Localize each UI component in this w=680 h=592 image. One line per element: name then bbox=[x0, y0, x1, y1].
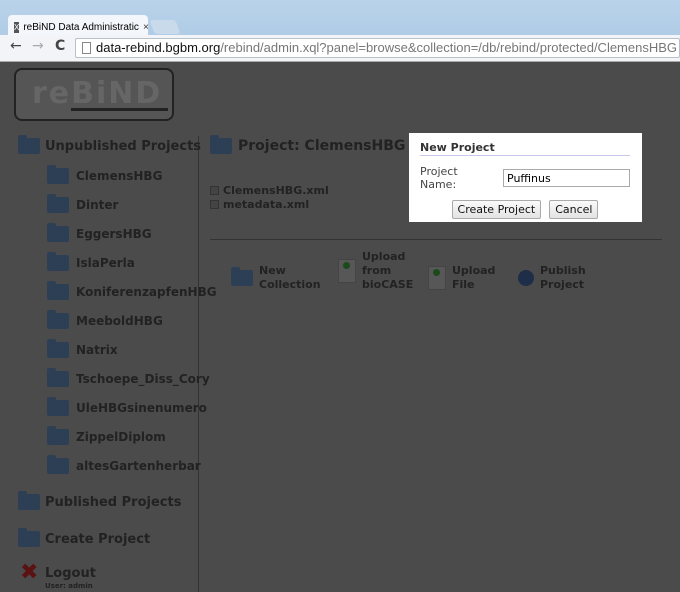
sidebar-project-item[interactable]: Dinter bbox=[47, 194, 119, 213]
project-name: IslaPerla bbox=[76, 256, 135, 270]
tab-title: reBiND Data Administratic bbox=[23, 22, 139, 33]
xml-file-icon bbox=[210, 200, 219, 209]
project-name: Tschoepe_Diss_Cory bbox=[76, 372, 210, 386]
user-label: User: admin bbox=[45, 582, 93, 590]
action-label: from bbox=[362, 264, 392, 277]
sidebar-label: Create Project bbox=[45, 531, 151, 547]
action-label: Upload bbox=[452, 264, 496, 277]
sidebar-project-item[interactable]: Tschoepe_Diss_Cory bbox=[47, 368, 210, 387]
sidebar-published-projects[interactable]: Published Projects bbox=[18, 491, 182, 510]
globe-folder-icon bbox=[18, 491, 40, 510]
sidebar-project-item[interactable]: MeeboldHBG bbox=[47, 310, 163, 329]
project-name: UleHBGsinenumero bbox=[76, 401, 207, 415]
folder-icon bbox=[47, 339, 69, 358]
sidebar-logout[interactable]: ✖ Logout bbox=[20, 560, 96, 585]
home-folder-icon bbox=[210, 135, 232, 154]
rebind-logo[interactable]: reBiND bbox=[14, 68, 174, 121]
new-tab-button[interactable] bbox=[149, 20, 181, 34]
xml-file-icon bbox=[210, 186, 219, 195]
sidebar-unpublished-projects[interactable]: Unpublished Projects bbox=[18, 135, 202, 154]
sidebar-create-project[interactable]: Create Project bbox=[18, 528, 151, 547]
browser-chrome: XreBiND Data Administratic × ← → C data-r… bbox=[0, 0, 680, 62]
sidebar-label: Published Projects bbox=[45, 494, 182, 510]
sidebar-project-item[interactable]: altesGartenherbar bbox=[47, 455, 201, 474]
address-bar[interactable]: data-rebind.bgbm.org/rebind/admin.xql?pa… bbox=[75, 38, 680, 58]
separator bbox=[210, 239, 662, 240]
close-tab-icon[interactable]: × bbox=[143, 22, 148, 33]
project-name: altesGartenherbar bbox=[76, 459, 201, 473]
folder-icon bbox=[47, 368, 69, 387]
file-item[interactable]: ClemensHBG.xml bbox=[210, 184, 329, 197]
project-name: ClemensHBG bbox=[76, 169, 163, 183]
sidebar-project-item[interactable]: ZippelDiplom bbox=[47, 426, 166, 445]
project-name-input[interactable] bbox=[503, 169, 630, 187]
project-name: Dinter bbox=[76, 198, 119, 212]
folder-icon bbox=[47, 194, 69, 213]
upload-icon bbox=[338, 259, 356, 283]
folder-icon bbox=[47, 426, 69, 445]
project-name-label: Project Name: bbox=[420, 165, 458, 191]
project-name: EggersHBG bbox=[76, 227, 152, 241]
folder-icon bbox=[47, 165, 69, 184]
sidebar-project-item[interactable]: EggersHBG bbox=[47, 223, 152, 242]
page-icon bbox=[82, 42, 91, 54]
publish-project-button[interactable]: Publish Project bbox=[518, 264, 586, 292]
browser-tab[interactable]: XreBiND Data Administratic × bbox=[8, 15, 148, 36]
dialog-title: New Project bbox=[420, 141, 630, 156]
sidebar-project-item[interactable]: UleHBGsinenumero bbox=[47, 397, 207, 416]
project-name: ZippelDiplom bbox=[76, 430, 166, 444]
folder-icon bbox=[47, 281, 69, 300]
new-folder-icon bbox=[231, 267, 253, 286]
folder-icon bbox=[47, 310, 69, 329]
favicon-icon: X bbox=[14, 22, 20, 33]
file-item[interactable]: metadata.xml bbox=[210, 198, 309, 211]
file-name: metadata.xml bbox=[223, 198, 310, 211]
url-host: data-rebind.bgbm.org bbox=[96, 40, 221, 55]
new-collection-button[interactable]: New Collection bbox=[231, 264, 321, 292]
action-label: Project bbox=[540, 278, 585, 291]
reload-icon[interactable]: C bbox=[55, 38, 65, 54]
project-name: KoniferenzapfenHBG bbox=[76, 285, 217, 299]
folder-icon bbox=[47, 397, 69, 416]
action-label: Upload bbox=[362, 250, 406, 263]
locked-folder-icon bbox=[18, 135, 40, 154]
create-project-button[interactable]: Create Project bbox=[451, 200, 542, 219]
file-name: ClemensHBG.xml bbox=[223, 184, 329, 197]
sidebar-label: Logout bbox=[45, 565, 96, 581]
action-label: bioCASE bbox=[362, 278, 414, 291]
folder-icon bbox=[47, 223, 69, 242]
sidebar-project-item[interactable]: IslaPerla bbox=[47, 252, 135, 271]
sidebar-project-item[interactable]: ClemensHBG bbox=[47, 165, 163, 184]
project-name: MeeboldHBG bbox=[76, 314, 163, 328]
upload-file-button[interactable]: Upload File bbox=[428, 264, 495, 292]
logout-x-icon: ✖ bbox=[20, 560, 39, 585]
action-label: Publish bbox=[540, 264, 586, 277]
sidebar-project-item[interactable]: KoniferenzapfenHBG bbox=[47, 281, 217, 300]
project-name: Natrix bbox=[76, 343, 118, 357]
project-title: Project: ClemensHBG bbox=[210, 135, 406, 154]
url-path: /rebind/admin.xql?panel=browse&collectio… bbox=[220, 40, 678, 55]
add-folder-icon bbox=[18, 528, 40, 547]
cancel-button[interactable]: Cancel bbox=[549, 200, 599, 219]
browser-toolbar: ← → C data-rebind.bgbm.org/rebind/admin.… bbox=[0, 35, 680, 62]
forward-icon[interactable]: → bbox=[32, 38, 44, 54]
sidebar-label: Unpublished Projects bbox=[45, 138, 202, 154]
upload-file-icon bbox=[428, 266, 446, 290]
project-title-text: Project: ClemensHBG bbox=[238, 138, 406, 154]
upload-biocase-button[interactable]: Upload from bioCASE bbox=[338, 250, 413, 292]
action-label: Collection bbox=[259, 278, 321, 291]
folder-icon bbox=[47, 455, 69, 474]
sidebar-project-item[interactable]: Natrix bbox=[47, 339, 118, 358]
sidebar-divider bbox=[198, 136, 199, 592]
new-project-dialog: New Project Project Name: Create Project… bbox=[409, 133, 642, 222]
folder-icon bbox=[47, 252, 69, 271]
back-icon[interactable]: ← bbox=[10, 38, 22, 54]
globe-icon bbox=[518, 270, 534, 286]
action-label: New bbox=[259, 264, 286, 277]
action-label: File bbox=[452, 278, 475, 291]
